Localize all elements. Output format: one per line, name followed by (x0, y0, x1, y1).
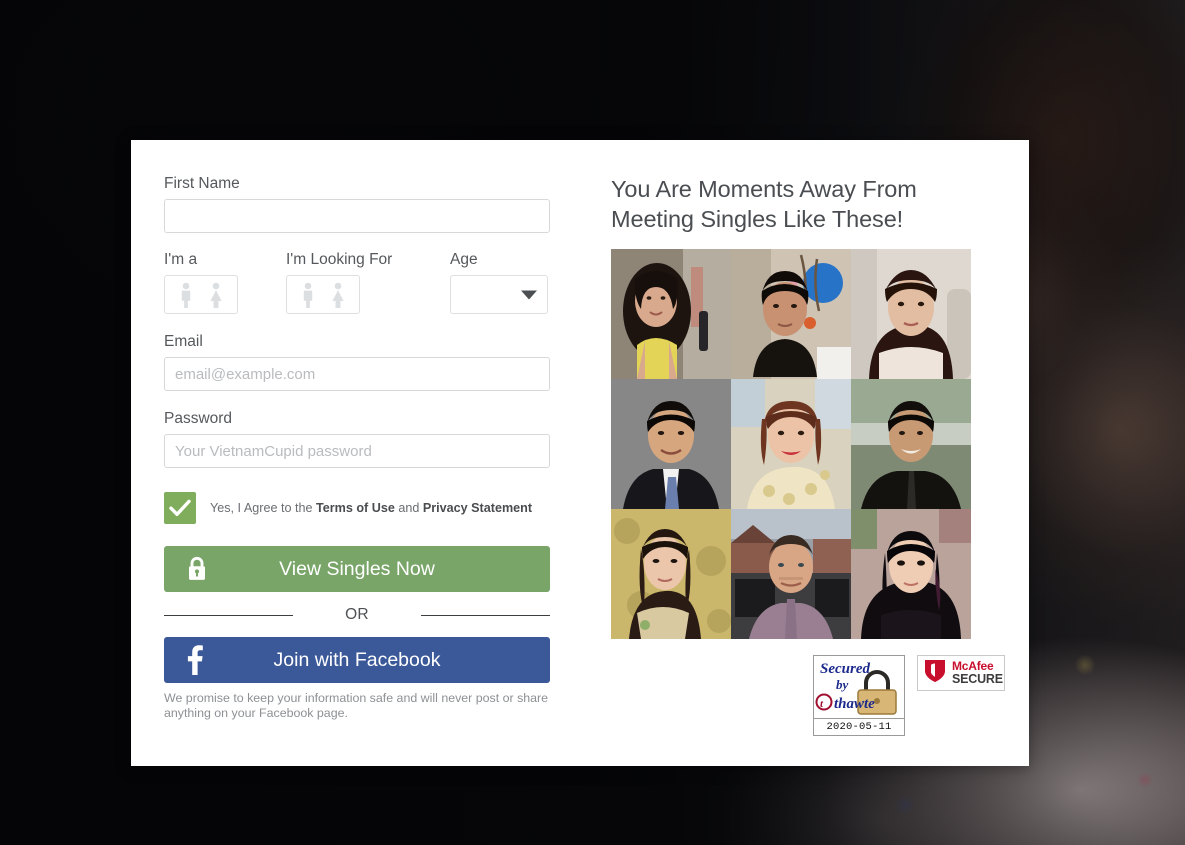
or-divider: OR (164, 606, 551, 624)
mcafee-secure-badge[interactable]: McAfee SECURE (917, 655, 1005, 691)
selectors-row: I'm a I'm Looking For Age (164, 250, 550, 314)
thawte-secured-badge[interactable]: Secured by t thawte 2020-05-11 (813, 655, 905, 736)
im-looking-for-gender-toggle[interactable] (286, 275, 360, 314)
im-a-gender-toggle[interactable] (164, 275, 238, 314)
im-a-group: I'm a (164, 250, 286, 314)
privacy-statement-link[interactable]: Privacy Statement (423, 501, 532, 515)
im-a-label: I'm a (164, 251, 198, 268)
facebook-f-icon (186, 645, 203, 675)
profile-photo[interactable] (731, 509, 851, 639)
password-input[interactable] (164, 434, 550, 468)
profile-photo[interactable] (731, 379, 851, 509)
chevron-down-icon[interactable] (521, 290, 537, 299)
signup-card: First Name I'm a I'm Looking For Age Ema… (131, 140, 1029, 766)
join-with-facebook-label: Join with Facebook (273, 648, 441, 671)
email-group: Email (164, 332, 550, 391)
age-label: Age (450, 251, 478, 268)
age-select[interactable] (450, 275, 548, 314)
mcafee-badge-text: McAfee SECURE (952, 660, 1003, 686)
divider-line-right (421, 614, 551, 616)
or-label: OR (345, 606, 369, 623)
password-group: Password (164, 409, 550, 468)
facebook-promise-text: We promise to keep your information safe… (164, 691, 549, 720)
password-label: Password (164, 410, 233, 427)
svg-text:Secured: Secured (820, 661, 870, 677)
age-group: Age (450, 250, 550, 314)
agree-checkbox[interactable] (164, 492, 196, 524)
profile-photo[interactable] (611, 509, 731, 639)
profile-photo[interactable] (851, 379, 971, 509)
join-with-facebook-button[interactable]: Join with Facebook (164, 637, 550, 683)
mcafee-brand-label: McAfee (952, 659, 994, 674)
agree-middle: and (394, 501, 423, 515)
female-icon[interactable] (206, 282, 226, 308)
profile-photo[interactable] (851, 509, 971, 639)
view-singles-now-button[interactable]: View Singles Now (164, 546, 550, 592)
view-singles-now-label: View Singles Now (279, 557, 435, 580)
check-icon (169, 499, 191, 516)
thawte-badge-date: 2020-05-11 (814, 718, 904, 735)
male-icon[interactable] (176, 282, 196, 308)
promo-heading: You Are Moments Away From Meeting Single… (611, 176, 917, 232)
divider-line-left (164, 614, 293, 616)
profile-photo[interactable] (611, 379, 731, 509)
agree-row: Yes, I Agree to the Terms of Use and Pri… (164, 492, 550, 524)
agree-text: Yes, I Agree to the Terms of Use and Pri… (210, 500, 532, 516)
thawte-badge-graphic: Secured by t thawte (814, 656, 904, 718)
profile-photo[interactable] (731, 249, 851, 379)
email-label: Email (164, 333, 203, 350)
female-icon[interactable] (328, 282, 348, 308)
signup-form: First Name I'm a I'm Looking For Age Ema… (131, 140, 582, 766)
svg-text:thawte: thawte (834, 696, 875, 712)
email-input[interactable] (164, 357, 550, 391)
profile-photo[interactable] (851, 249, 971, 379)
mcafee-secure-label: SECURE (952, 672, 1003, 687)
first-name-label: First Name (164, 175, 240, 192)
mcafee-shield-icon (923, 658, 947, 689)
promo-panel: You Are Moments Away From Meeting Single… (582, 140, 1035, 766)
singles-photo-grid (611, 249, 971, 639)
male-icon[interactable] (298, 282, 318, 308)
agree-prefix: Yes, I Agree to the (210, 501, 316, 515)
terms-of-use-link[interactable]: Terms of Use (316, 501, 395, 515)
signup-page: First Name I'm a I'm Looking For Age Ema… (0, 0, 1185, 845)
im-looking-for-label: I'm Looking For (286, 251, 393, 268)
im-looking-for-group: I'm Looking For (286, 250, 450, 314)
svg-text:by: by (836, 677, 849, 692)
lock-icon (186, 556, 208, 583)
trust-badges: Secured by t thawte 2020-05-11 McAfee SE… (611, 655, 1005, 736)
profile-photo[interactable] (611, 249, 731, 379)
first-name-input[interactable] (164, 199, 550, 233)
